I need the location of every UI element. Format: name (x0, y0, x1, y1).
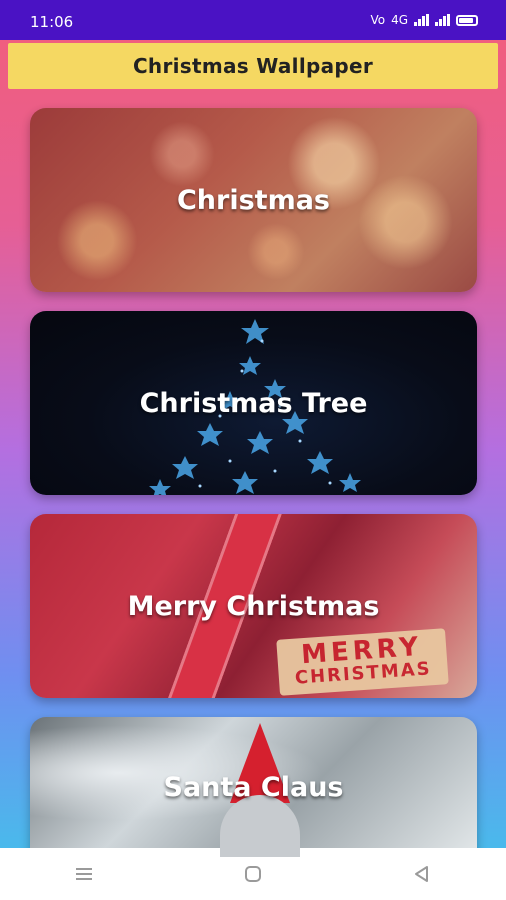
category-card-christmas-tree[interactable]: Christmas Tree (30, 311, 477, 495)
category-label: Christmas (176, 184, 330, 216)
menu-icon[interactable] (54, 854, 114, 894)
status-icons: Vo 4G (370, 13, 478, 27)
network-type-indicator: 4G (391, 13, 408, 27)
category-label: Santa Claus (163, 771, 344, 803)
app-title-bar: Christmas Wallpaper (8, 43, 498, 89)
category-card-christmas[interactable]: Christmas (30, 108, 477, 292)
status-bar: 11:06 Vo 4G (0, 0, 506, 40)
category-label: Christmas Tree (139, 387, 368, 419)
status-time: 11:06 (30, 13, 74, 31)
category-label: Merry Christmas (127, 590, 380, 622)
signal-icon (414, 14, 429, 26)
category-card-santa-claus[interactable]: Santa Claus (30, 717, 477, 857)
app-title: Christmas Wallpaper (132, 54, 374, 78)
merry-christmas-sign: MERRY CHRISTMAS (276, 627, 449, 696)
back-icon[interactable] (392, 854, 452, 894)
volte-indicator: Vo (370, 13, 386, 27)
gnome-body-image (220, 795, 300, 857)
home-icon[interactable] (223, 854, 283, 894)
category-card-merry-christmas[interactable]: MERRY CHRISTMAS Merry Christmas (30, 514, 477, 698)
signal-icon-2 (435, 14, 450, 26)
battery-icon (456, 14, 478, 26)
